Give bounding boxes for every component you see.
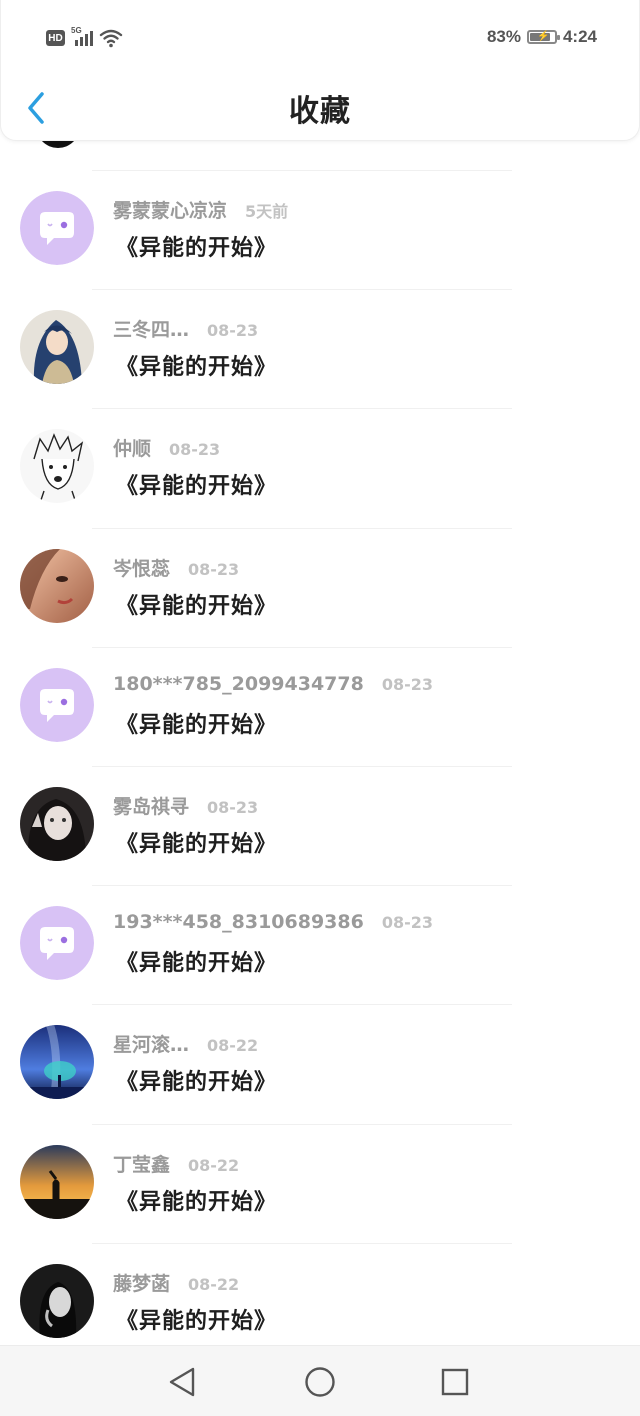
timestamp: 08-23: [381, 674, 434, 694]
status-bar: HD 5G 83% ⚡ 4:24: [1, 0, 640, 78]
user-name[interactable]: 180***785_2099434778: [113, 673, 364, 695]
triangle-back-icon: [169, 1367, 195, 1397]
book-title[interactable]: 《异能的开始》: [116, 1184, 277, 1216]
timestamp: 5天前: [245, 202, 289, 221]
avatar[interactable]: [20, 429, 94, 504]
book-title[interactable]: 《异能的开始》: [116, 707, 277, 739]
book-title[interactable]: 《异能的开始》: [116, 945, 277, 977]
timestamp: 08-23: [381, 913, 434, 933]
square-recents-icon: [441, 1368, 469, 1396]
cellular-signal-icon: 5G: [71, 26, 93, 47]
favorites-list[interactable]: 雾蒙蒙心凉凉 5天前 《异能的开始》 三冬四… 08-23 《异能的开始》 仲顺…: [0, 0, 640, 1345]
list-item[interactable]: 雾蒙蒙心凉凉 5天前 《异能的开始》: [0, 170, 640, 289]
hd-badge: HD: [46, 30, 65, 46]
avatar[interactable]: [20, 1144, 94, 1219]
avatar[interactable]: [20, 310, 94, 385]
top-bar: HD 5G 83% ⚡ 4:24 收藏: [0, 0, 640, 141]
divider: [92, 289, 512, 291]
user-name[interactable]: 雾岛祺寻: [113, 792, 189, 819]
list-item[interactable]: 丁莹鑫 08-22 《异能的开始》: [0, 1123, 640, 1243]
user-name[interactable]: 193***458_8310689386: [113, 911, 364, 933]
avatar[interactable]: [20, 787, 94, 861]
timestamp: 08-23: [207, 321, 259, 341]
avatar[interactable]: [20, 667, 94, 742]
avatar[interactable]: [20, 906, 94, 981]
divider: [92, 766, 512, 767]
user-name[interactable]: 三冬四…: [113, 315, 189, 342]
book-title[interactable]: 《异能的开始》: [116, 826, 277, 858]
list-item[interactable]: 180***785_2099434778 08-23 《异能的开始》: [0, 646, 640, 766]
wifi-icon: [99, 29, 123, 48]
book-title[interactable]: 《异能的开始》: [116, 588, 277, 620]
nav-home-button[interactable]: [302, 1364, 338, 1400]
list-item[interactable]: 三冬四… 08-23 《异能的开始》: [0, 289, 640, 408]
user-name[interactable]: 岑恨蕊: [113, 554, 170, 581]
avatar[interactable]: [20, 191, 94, 265]
list-item[interactable]: 雾岛祺寻 08-23 《异能的开始》: [0, 766, 640, 885]
divider: [92, 646, 512, 648]
timestamp: 08-23: [207, 798, 259, 817]
circle-home-icon: [305, 1367, 335, 1397]
battery-percent: 83%: [486, 27, 521, 46]
book-title[interactable]: 《异能的开始》: [116, 468, 277, 500]
divider: [92, 408, 512, 410]
divider: [92, 527, 512, 529]
user-name[interactable]: 星河滚…: [113, 1030, 189, 1057]
user-name[interactable]: 仲顺: [113, 434, 151, 461]
list-item[interactable]: 藤梦菡 08-22 《异能的开始》: [0, 1242, 640, 1345]
battery-icon: ⚡: [526, 30, 560, 44]
list-item[interactable]: 193***458_8310689386 08-23 《异能的开始》: [0, 885, 640, 1004]
list-item[interactable]: 星河滚… 08-22 《异能的开始》: [0, 1004, 640, 1123]
book-title[interactable]: 《异能的开始》: [116, 1064, 277, 1096]
divider: [92, 1004, 512, 1006]
user-name[interactable]: 藤梦菡: [113, 1269, 170, 1296]
timestamp: 08-22: [188, 1274, 240, 1294]
avatar[interactable]: [20, 548, 94, 623]
timestamp: 08-22: [207, 1036, 259, 1056]
page-title: 收藏: [289, 94, 351, 129]
timestamp: 08-22: [188, 1155, 240, 1175]
user-name[interactable]: 丁莹鑫: [113, 1150, 170, 1177]
book-title[interactable]: 《异能的开始》: [116, 230, 277, 262]
clock: 4:24: [562, 27, 597, 46]
nav-back-button[interactable]: [164, 1364, 200, 1400]
timestamp: 08-23: [169, 440, 221, 460]
user-name[interactable]: 雾蒙蒙心凉凉: [113, 196, 227, 223]
nav-recents-button[interactable]: [437, 1364, 473, 1400]
divider: [92, 1242, 512, 1244]
book-title[interactable]: 《异能的开始》: [116, 1303, 277, 1335]
divider: [92, 170, 512, 171]
divider: [92, 1123, 512, 1125]
list-item[interactable]: 仲顺 08-23 《异能的开始》: [0, 408, 640, 527]
timestamp: 08-23: [188, 559, 240, 579]
book-title[interactable]: 《异能的开始》: [116, 349, 277, 381]
avatar[interactable]: [20, 1025, 94, 1100]
divider: [92, 885, 512, 887]
list-item[interactable]: 岑恨蕊 08-23 《异能的开始》: [0, 527, 640, 647]
avatar[interactable]: [20, 1263, 94, 1338]
system-nav-bar: [0, 1345, 640, 1416]
